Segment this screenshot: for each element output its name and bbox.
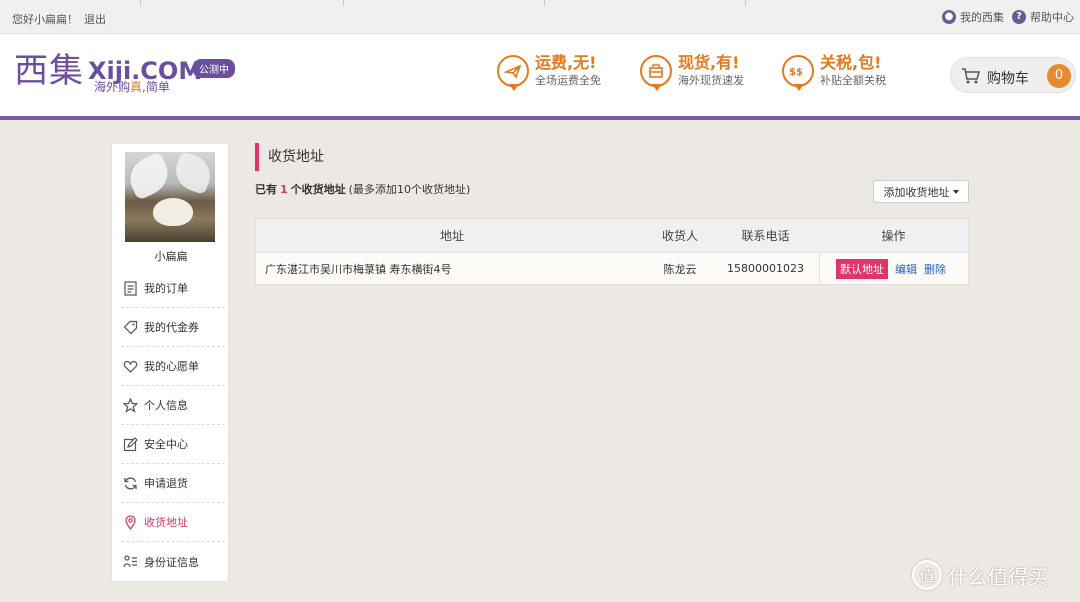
sidebar-item-label: 我的订单 [144, 282, 188, 295]
sidebar-item-id-card[interactable]: 身份证信息 [121, 542, 225, 581]
tab-divider [140, 0, 141, 6]
address-summary: 已有 1 个收货地址 (最多添加10个收货地址) [255, 181, 470, 197]
promo-subtitle: 补贴全额关税 [820, 74, 886, 87]
actions-cell: 默认地址 编辑 删除 [819, 253, 968, 284]
sidebar-item-label: 安全中心 [144, 438, 188, 451]
tab-divider [343, 0, 344, 6]
edit-icon [123, 436, 138, 451]
summary-note: (最多添加10个收货地址) [348, 183, 471, 196]
watermark-badge: 值 [912, 560, 942, 590]
promo-shipping: 运费,无! 全场运费全免 [497, 53, 601, 91]
logo-slogan: 海外购真,简单 [94, 78, 170, 95]
sidebar-item-label: 申请退货 [144, 477, 188, 490]
logout-link[interactable]: 退出 [84, 11, 106, 27]
watermark-text: 什么值得买 [948, 564, 1048, 589]
account-sidebar: 小扁扁 我的订单 我的代金券 我的心愿单 个人信息 安全中心 申请退货 收货地址 [111, 143, 229, 582]
sidebar-item-address[interactable]: 收货地址 [121, 503, 225, 542]
sidebar-item-label: 个人信息 [144, 399, 188, 412]
id-card-icon [123, 555, 137, 568]
avatar[interactable] [125, 152, 215, 242]
summary-suffix: 个收货地址 [290, 183, 346, 196]
delete-link[interactable]: 删除 [924, 261, 946, 277]
site-header: 西集 Xiji.COM 公测中 海外购真,简单 运费,无! 全场运费全免 现货,… [0, 34, 1080, 120]
phone-cell: 15800001023 [727, 262, 804, 275]
promo-subtitle: 全场运费全免 [535, 74, 601, 87]
logo-cn-text: 西集 [14, 51, 84, 91]
avatar-wing [170, 152, 215, 196]
star-icon [123, 397, 138, 413]
promo-stock: 现货,有! 海外现货速发 [640, 53, 744, 91]
sidebar-menu: 我的订单 我的代金券 我的心愿单 个人信息 安全中心 申请退货 收货地址 身份证… [121, 269, 225, 581]
help-center-link[interactable]: ? 帮助中心 [1012, 9, 1074, 25]
edit-link[interactable]: 编辑 [895, 261, 917, 277]
summary-prefix: 已有 [255, 183, 277, 196]
sidebar-item-profile[interactable]: 个人信息 [121, 386, 225, 425]
location-icon [125, 514, 136, 530]
caret-down-icon [952, 189, 959, 194]
default-address-badge[interactable]: 默认地址 [836, 258, 888, 279]
beta-badge: 公测中 [193, 59, 235, 78]
plane-icon [497, 55, 529, 91]
my-xiji-link[interactable]: ● 我的西集 [942, 9, 1004, 25]
help-center-label: 帮助中心 [1030, 11, 1074, 24]
slogan-prefix: 海外购 [94, 80, 131, 94]
sidebar-item-label: 身份证信息 [144, 555, 199, 569]
slogan-suffix: ,简单 [142, 80, 170, 94]
avatar-dog [153, 198, 193, 226]
recipient-cell: 陈龙云 [663, 262, 697, 276]
avatar-wing [125, 152, 175, 201]
table-row: 广东湛江市吴川市梅菉镇 寿东横街4号 陈龙云 15800001023 默认地址 … [256, 253, 968, 284]
add-address-label: 添加收货地址 [883, 185, 950, 199]
sidebar-item-label: 收货地址 [144, 516, 188, 529]
address-table: 地址 收货人 联系电话 操作 广东湛江市吴川市梅菉镇 寿东横街4号 陈龙云 15… [255, 218, 969, 285]
promo-subtitle: 海外现货速发 [678, 74, 744, 87]
column-header-recipient: 收货人 [661, 229, 698, 243]
page-title: 收货地址 [255, 143, 324, 171]
column-header-actions: 操作 [881, 229, 906, 243]
tab-divider [745, 0, 746, 6]
refresh-icon [124, 476, 137, 490]
greeting-text: 您好小扁扁！ [12, 13, 78, 26]
promo-title: 运费,无! [535, 53, 597, 72]
cart-button[interactable]: 购物车 0 [950, 57, 1076, 93]
svg-text:$$: $$ [789, 67, 803, 78]
top-bar: 您好小扁扁！ 退出 ● 我的西集 ? 帮助中心 [0, 0, 1080, 34]
sidebar-item-returns[interactable]: 申请退货 [121, 464, 225, 503]
promo-title: 现货,有! [678, 53, 740, 72]
address-count: 1 [280, 183, 288, 196]
promo-tax: $$ 关税,包! 补贴全额关税 [782, 53, 886, 91]
tab-divider [544, 0, 545, 6]
promo-title: 关税,包! [820, 53, 882, 72]
cart-label: 购物车 [987, 71, 1029, 87]
money-icon: $$ [782, 55, 814, 91]
order-icon [124, 280, 137, 296]
cart-count-badge: 0 [1047, 64, 1071, 88]
user-icon: ● [942, 10, 956, 24]
my-xiji-label: 我的西集 [960, 11, 1004, 24]
username: 小扁扁 [154, 250, 188, 263]
sidebar-item-coupons[interactable]: 我的代金券 [121, 308, 225, 347]
top-links: ● 我的西集 ? 帮助中心 [942, 9, 1074, 25]
sidebar-item-label: 我的心愿单 [144, 360, 199, 373]
column-header-address: 地址 [439, 229, 464, 243]
cart-icon [962, 68, 980, 84]
sidebar-item-wishlist[interactable]: 我的心愿单 [121, 347, 225, 386]
heart-icon [123, 360, 138, 373]
sidebar-item-label: 我的代金券 [144, 321, 199, 334]
help-icon: ? [1012, 10, 1026, 24]
site-logo[interactable]: 西集 Xiji.COM 公测中 海外购真,简单 [14, 51, 235, 94]
add-address-button[interactable]: 添加收货地址 [873, 180, 969, 203]
sidebar-item-security[interactable]: 安全中心 [121, 425, 225, 464]
slogan-highlight: 真 [130, 80, 143, 94]
column-header-phone: 联系电话 [741, 229, 790, 243]
address-cell: 广东湛江市吴川市梅菉镇 寿东横街4号 [265, 262, 452, 276]
sidebar-item-orders[interactable]: 我的订单 [121, 269, 225, 308]
watermark: 值 什么值得买 [912, 560, 1048, 590]
coupon-icon [123, 320, 138, 334]
basket-icon [640, 55, 672, 91]
table-header: 地址 收货人 联系电话 操作 [256, 219, 968, 253]
